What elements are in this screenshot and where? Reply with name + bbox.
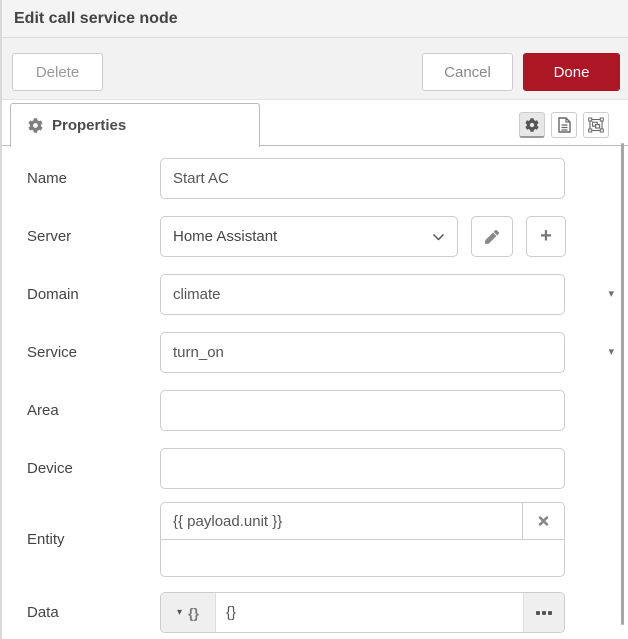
entity-row: Entity bbox=[2, 502, 628, 577]
name-input[interactable] bbox=[160, 158, 565, 199]
server-label: Server bbox=[27, 216, 71, 257]
domain-row: Domain ▾ bbox=[2, 274, 628, 315]
gear-icon bbox=[28, 118, 43, 133]
pencil-icon bbox=[485, 230, 499, 244]
caret-down-icon[interactable]: ▾ bbox=[608, 332, 614, 373]
device-row: Device bbox=[2, 448, 628, 489]
domain-label: Domain bbox=[27, 274, 79, 315]
edit-node-tray: Edit call service node Delete Cancel Don… bbox=[0, 0, 628, 639]
tool-button-description[interactable] bbox=[551, 112, 577, 138]
server-select-value: Home Assistant bbox=[173, 228, 277, 245]
tray-header: Edit call service node bbox=[2, 0, 628, 38]
domain-input[interactable] bbox=[160, 274, 565, 315]
server-row: Server Home Assistant + bbox=[2, 216, 628, 257]
data-typed-input: ▾ {} bbox=[160, 592, 565, 633]
delete-button[interactable]: Delete bbox=[12, 53, 103, 91]
entity-label: Entity bbox=[27, 502, 65, 577]
tab-properties-label: Properties bbox=[52, 117, 126, 134]
entity-list bbox=[160, 502, 565, 577]
tab-bar: Properties bbox=[2, 100, 628, 146]
caret-down-icon[interactable]: ▾ bbox=[608, 274, 614, 315]
name-label: Name bbox=[27, 158, 67, 199]
device-input[interactable] bbox=[160, 448, 565, 489]
device-label: Device bbox=[27, 448, 73, 489]
data-type-select-button[interactable]: ▾ {} bbox=[161, 593, 216, 632]
service-row: Service ▾ bbox=[2, 332, 628, 373]
object-group-icon bbox=[588, 117, 604, 133]
tab-properties[interactable]: Properties bbox=[10, 103, 260, 147]
plus-icon: + bbox=[540, 225, 552, 248]
server-select[interactable]: Home Assistant bbox=[160, 216, 458, 257]
add-server-button[interactable]: + bbox=[526, 216, 566, 257]
cancel-button[interactable]: Cancel bbox=[422, 53, 513, 91]
service-input[interactable] bbox=[160, 332, 565, 373]
page-title: Edit call service node bbox=[14, 10, 178, 28]
chevron-down-icon bbox=[432, 233, 445, 241]
properties-form: Name Server Home Assistant + Domain bbox=[2, 146, 628, 638]
tray-toolbar: Delete Cancel Done bbox=[2, 38, 628, 100]
close-icon bbox=[538, 514, 549, 528]
gear-icon bbox=[525, 118, 539, 132]
vertical-scrollbar-thumb[interactable] bbox=[621, 143, 624, 625]
ellipsis-icon bbox=[536, 611, 540, 615]
area-label: Area bbox=[27, 390, 59, 431]
done-button[interactable]: Done bbox=[523, 53, 620, 91]
service-label: Service bbox=[27, 332, 77, 373]
caret-down-icon: ▾ bbox=[177, 607, 182, 618]
json-type-icon: {} bbox=[188, 605, 199, 621]
entity-list-item bbox=[161, 503, 564, 540]
data-label: Data bbox=[27, 592, 59, 633]
entity-input[interactable] bbox=[161, 503, 522, 539]
data-value-input[interactable] bbox=[216, 593, 523, 632]
file-icon bbox=[558, 117, 571, 133]
name-row: Name bbox=[2, 158, 628, 199]
tool-button-properties[interactable] bbox=[519, 112, 545, 138]
area-input[interactable] bbox=[160, 390, 565, 431]
remove-entity-button[interactable] bbox=[522, 503, 564, 539]
edit-server-button[interactable] bbox=[471, 216, 513, 257]
tool-button-appearance[interactable] bbox=[583, 112, 609, 138]
data-row: Data ▾ {} bbox=[2, 592, 628, 633]
area-row: Area bbox=[2, 390, 628, 431]
expand-editor-button[interactable] bbox=[523, 593, 564, 632]
